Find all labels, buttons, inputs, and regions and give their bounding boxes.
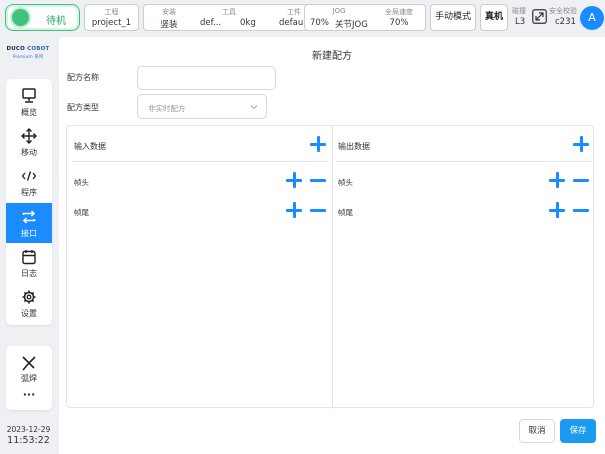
recipe-name-input[interactable] — [137, 66, 276, 90]
status-indicator-icon — [12, 9, 29, 26]
tool-selector[interactable]: 工具 def... 0kg — [196, 5, 262, 30]
global-speed-caption: 全局速度 — [385, 8, 413, 16]
recipe-data-panel: 输入数据 帧头 帧尾 输出数据 帧头 帧尾 — [66, 125, 594, 409]
logo-subtitle: Premium 系列 — [12, 55, 44, 60]
tool-caption: 工具 — [222, 8, 236, 16]
user-avatar[interactable]: A — [580, 6, 604, 30]
cancel-button[interactable]: 取消 — [519, 419, 555, 443]
collision-caption: 碰撞 — [512, 7, 526, 15]
add-input-tail-icon[interactable] — [286, 202, 302, 218]
install-caption: 安装 — [162, 8, 176, 16]
remove-input-tail-icon[interactable] — [310, 202, 326, 218]
current-date: 2023-12-29 — [6, 425, 51, 434]
calendar-icon — [22, 250, 36, 265]
output-divider — [336, 161, 592, 162]
sidebar-item-label: 日志 — [21, 269, 37, 278]
add-output-icon[interactable] — [573, 136, 589, 152]
robot-status-button[interactable]: 待机 — [5, 4, 80, 31]
sidebar-item-label: 概览 — [21, 108, 37, 117]
sidebar-item-overview[interactable]: 概览 — [6, 82, 52, 122]
recipe-type-select[interactable]: 非实时配方 — [137, 94, 267, 119]
safety-check[interactable]: 安全校验 c231 — [531, 4, 577, 31]
current-time: 11:53:22 — [7, 435, 50, 446]
brand-logo: DUCO COBOT Premium 系列 — [0, 46, 56, 60]
sidebar-item-label: 程序 — [21, 188, 37, 197]
recipe-name-label: 配方名称 — [67, 73, 99, 82]
sidebar-item-welding[interactable]: 弧焊 — [6, 350, 52, 390]
config-group: 安装 竖装 工具 def... 0kg 工件 default — [143, 4, 325, 31]
clock: 2023-12-29 11:53:22 — [0, 425, 57, 446]
robot-status-label: 待机 — [46, 16, 66, 27]
output-data-title: 输出数据 — [338, 142, 370, 151]
sidebar-item-settings[interactable]: 设置 — [6, 283, 52, 323]
sidebar-item-log[interactable]: 日志 — [6, 243, 52, 283]
input-data-title: 输入数据 — [74, 142, 106, 151]
chevron-down-icon — [250, 105, 258, 110]
recipe-type-label: 配方类型 — [67, 103, 99, 112]
recipe-type-value: 非实时配方 — [148, 104, 186, 113]
swap-icon — [22, 210, 36, 224]
sidebar-item-label: 弧焊 — [21, 374, 37, 383]
sidebar-item-label: 移动 — [21, 148, 37, 157]
output-header-label: 帧头 — [338, 178, 353, 187]
tool-weight: 0kg — [240, 18, 256, 28]
expand-icon — [532, 9, 547, 24]
main-panel: 新建配方 配方名称 配方类型 非实时配方 输入数据 帧头 帧尾 输出数据 帧头 … — [59, 37, 605, 454]
add-input-icon[interactable] — [310, 136, 326, 152]
input-divider — [72, 161, 329, 162]
sidebar-item-interface[interactable]: 接口 — [6, 203, 52, 243]
move-arrows-icon — [21, 128, 37, 144]
jog-speed: 70% — [310, 18, 329, 28]
sidebar-nav: 概览 移动 程序 接口 日志 设置 — [6, 79, 52, 325]
tool-name: def... — [200, 18, 222, 28]
add-output-header-icon[interactable] — [549, 172, 565, 188]
monitor-icon — [22, 88, 36, 103]
global-speed-selector[interactable]: 全局速度 70% — [373, 5, 425, 30]
input-tail-label: 帧尾 — [74, 208, 89, 217]
project-caption: 工程 — [104, 8, 119, 16]
output-tail-label: 帧尾 — [338, 208, 353, 217]
real-machine-button[interactable]: 真机 — [480, 4, 508, 31]
global-speed-value: 70% — [389, 18, 409, 28]
gear-icon — [22, 290, 36, 304]
jog-caption: JOG — [332, 7, 346, 15]
sidebar-item-label: 接口 — [21, 229, 37, 238]
remove-output-tail-icon[interactable] — [573, 202, 589, 218]
manual-mode-button[interactable]: 手动模式 — [430, 4, 476, 31]
more-button[interactable]: ··· — [6, 388, 52, 406]
jog-mode: 关节JOG — [335, 20, 368, 30]
page-title: 新建配方 — [312, 51, 352, 62]
collision-level[interactable]: 碰撞 L3 — [511, 4, 531, 31]
add-output-tail-icon[interactable] — [549, 202, 565, 218]
collision-value: L3 — [515, 17, 526, 27]
safety-value: c231 — [555, 17, 576, 27]
add-input-header-icon[interactable] — [286, 172, 302, 188]
sidebar-item-program[interactable]: 程序 — [6, 162, 52, 202]
project-value: project_1 — [91, 18, 132, 28]
sidebar-item-move[interactable]: 移动 — [6, 122, 52, 162]
remove-input-header-icon[interactable] — [310, 172, 326, 188]
project-selector[interactable]: 工程 project_1 — [84, 4, 139, 31]
logo-wordmark: DUCO COBOT — [6, 46, 50, 52]
remove-output-header-icon[interactable] — [573, 172, 589, 188]
save-button[interactable]: 保存 — [560, 419, 596, 443]
jog-mode-selector[interactable]: JOG 70% 关节JOG — [305, 5, 373, 30]
sidebar-item-label: 设置 — [21, 309, 37, 318]
sidebar-extras: 弧焊 ··· — [6, 346, 52, 410]
panel-column-divider — [332, 126, 333, 409]
install-selector[interactable]: 安装 竖装 — [144, 5, 194, 30]
welding-torch-icon — [22, 356, 36, 371]
input-header-label: 帧头 — [74, 178, 89, 187]
code-icon — [21, 171, 37, 181]
top-bar: 待机 工程 project_1 安装 竖装 工具 def... 0kg 工件 d… — [0, 0, 605, 34]
speed-group: JOG 70% 关节JOG 全局速度 70% — [304, 4, 426, 31]
install-value: 竖装 — [160, 20, 178, 30]
safety-caption: 安全校验 — [549, 7, 577, 15]
